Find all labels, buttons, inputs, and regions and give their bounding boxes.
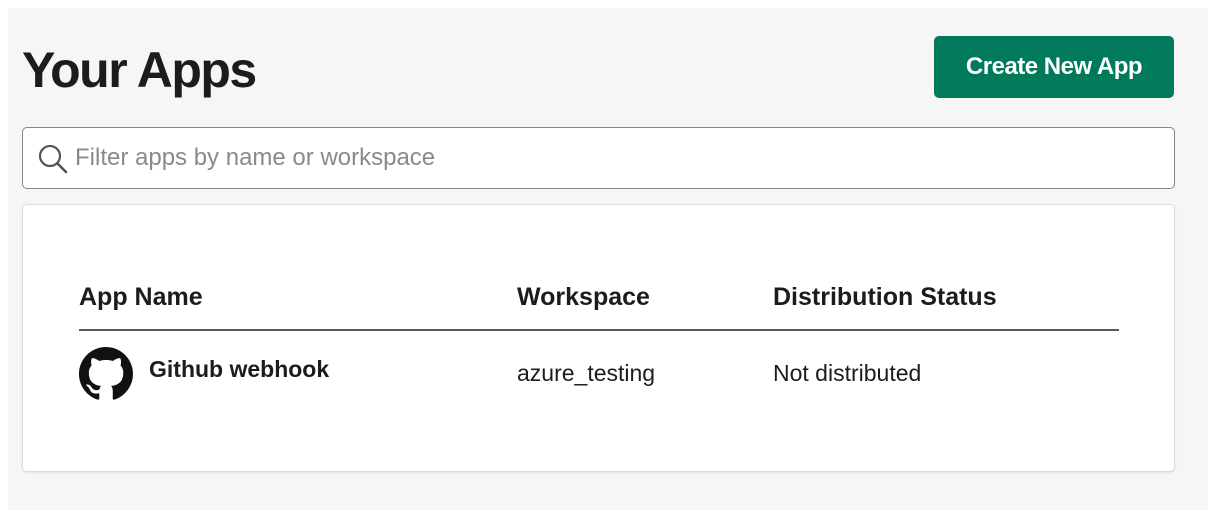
apps-table: App Name Workspace Distribution Status G… bbox=[79, 277, 1119, 411]
github-icon[interactable] bbox=[79, 347, 133, 401]
page-header: Your Apps Create New App bbox=[22, 36, 1174, 100]
page: Your Apps Create New App App Name Worksp… bbox=[8, 8, 1208, 510]
app-name-link[interactable]: Github webhook bbox=[149, 356, 329, 383]
column-header-app-name: App Name bbox=[79, 283, 203, 311]
create-new-app-button[interactable]: Create New App bbox=[934, 36, 1174, 98]
search-input[interactable] bbox=[75, 128, 1165, 188]
table-row[interactable]: Github webhook azure_testing Not distrib… bbox=[79, 331, 1119, 411]
apps-card: App Name Workspace Distribution Status G… bbox=[22, 204, 1175, 472]
search-box[interactable] bbox=[22, 127, 1175, 189]
table-header: App Name Workspace Distribution Status bbox=[79, 277, 1119, 331]
search-icon bbox=[38, 144, 68, 174]
page-title: Your Apps bbox=[22, 42, 257, 98]
distribution-status-cell: Not distributed bbox=[773, 360, 922, 386]
column-header-distribution-status: Distribution Status bbox=[773, 283, 997, 311]
workspace-cell: azure_testing bbox=[517, 360, 656, 386]
column-header-workspace: Workspace bbox=[517, 283, 650, 311]
